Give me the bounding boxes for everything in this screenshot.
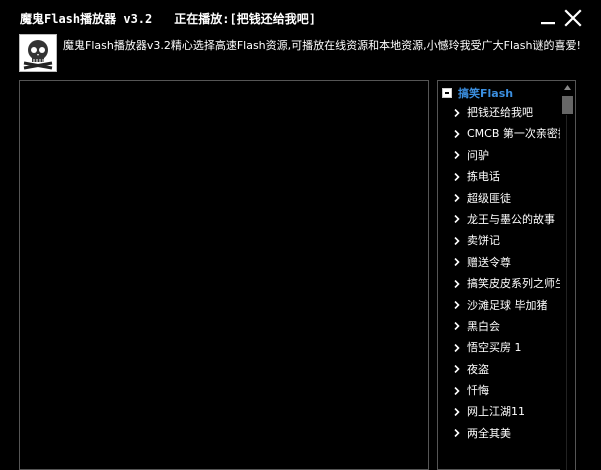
scrollbar-thumb[interactable] [562,96,573,114]
playlist-item-label: CMCB 第一次亲密接 [467,127,560,141]
minimize-icon [541,22,555,25]
minimize-button[interactable] [538,8,558,28]
playlist-item-label: 忏悔 [467,384,489,398]
playlist-item[interactable]: 龙王与墨公的故事 [438,209,560,230]
chevron-right-icon [454,295,464,316]
category-header[interactable]: 搞笑Flash [442,85,513,101]
playlist-item[interactable]: 两全其美 [438,423,560,444]
now-playing: 正在播放:[把钱还给我吧] [174,12,316,26]
playlist-item-label: 把钱还给我吧 [467,106,533,119]
chevron-right-icon [454,423,464,444]
window-title: 魔鬼Flash播放器 v3.2 正在播放:[把钱还给我吧] [20,10,338,27]
chevron-right-icon [454,230,464,251]
scrollbar-track [566,115,567,470]
chevron-right-icon [454,188,464,209]
chevron-right-icon [454,337,464,358]
playlist-item-label: 问驴 [467,148,489,162]
app-title: 魔鬼Flash播放器 v3.2 [20,12,153,26]
playlist-item-label: 超级匪徒 [467,191,511,205]
playlist-item[interactable]: 悟空买房 1 [438,337,560,358]
scroll-up-arrow-icon [564,85,571,90]
chevron-right-icon [454,273,464,294]
chevron-right-icon [454,401,464,422]
chevron-right-icon [454,123,464,144]
playlist-item[interactable]: 赠送令尊 [438,252,560,273]
chevron-right-icon [454,102,464,123]
close-icon [564,9,582,27]
playlist-scrollbar[interactable] [560,81,575,470]
chevron-right-icon [454,209,464,230]
playlist-item[interactable]: 把钱还给我吧 [438,102,560,123]
playlist-item[interactable]: 问驴 [438,145,560,166]
playlist-item-label: 龙王与墨公的故事 [467,212,555,226]
playlist-item[interactable]: 搞笑皮皮系列之师生 [438,273,560,294]
chevron-right-icon [454,380,464,401]
skull-crossbones-icon [20,35,56,71]
category-label: 搞笑Flash [458,87,514,100]
playlist-item-label: 悟空买房 1 [467,341,522,355]
chevron-right-icon [454,252,464,273]
playlist-item[interactable]: 黑白会 [438,316,560,337]
playlist-item-label: 赠送令尊 [467,255,511,269]
playlist-item[interactable]: 卖饼记 [438,230,560,251]
playlist-item-label: 卖饼记 [467,234,500,248]
scroll-up-button[interactable] [560,81,575,94]
playlist-panel: 搞笑Flash 把钱还给我吧 CMCB 第一次亲密接 问驴拣电话超级匪徒龙王与墨公的… [437,80,576,470]
playlist-item-label: 拣电话 [467,170,500,184]
playlist-item-label: 黑白会 [467,319,500,333]
playlist-item-label: 沙滩足球 毕加猪 [467,298,548,312]
chevron-right-icon [454,316,464,337]
playlist-item-label: 两全其美 [467,426,511,440]
playlist-item[interactable]: 忏悔 [438,380,560,401]
playlist-item-label: 搞笑皮皮系列之师生 [467,277,560,291]
playlist-item[interactable]: 拣电话 [438,166,560,187]
playlist-item[interactable]: CMCB 第一次亲密接 [438,123,560,144]
playlist-item-label: 夜盗 [467,362,489,376]
collapse-minus-icon[interactable] [442,88,452,98]
playlist-item[interactable]: 超级匪徒 [438,188,560,209]
playlist-item[interactable]: 沙滩足球 毕加猪 [438,295,560,316]
close-button[interactable] [563,8,583,28]
playlist-item-label: 网上江湖11 [467,405,525,419]
chevron-right-icon [454,359,464,380]
playlist-item[interactable]: 网上江湖11 [438,401,560,422]
title-bar[interactable]: 魔鬼Flash播放器 v3.2 正在播放:[把钱还给我吧] [0,0,601,34]
app-description: 魔鬼Flash播放器v3.2精心选择高速Flash资源,可播放在线资源和本地资源… [63,39,581,52]
app-logo [19,34,57,72]
playlist-item[interactable]: 夜盗 [438,359,560,380]
chevron-right-icon [454,145,464,166]
flash-player-area[interactable] [19,80,429,470]
playlist-items: 把钱还给我吧 CMCB 第一次亲密接 问驴拣电话超级匪徒龙王与墨公的故事 卖饼记赠送令… [438,102,560,444]
chevron-right-icon [454,166,464,187]
